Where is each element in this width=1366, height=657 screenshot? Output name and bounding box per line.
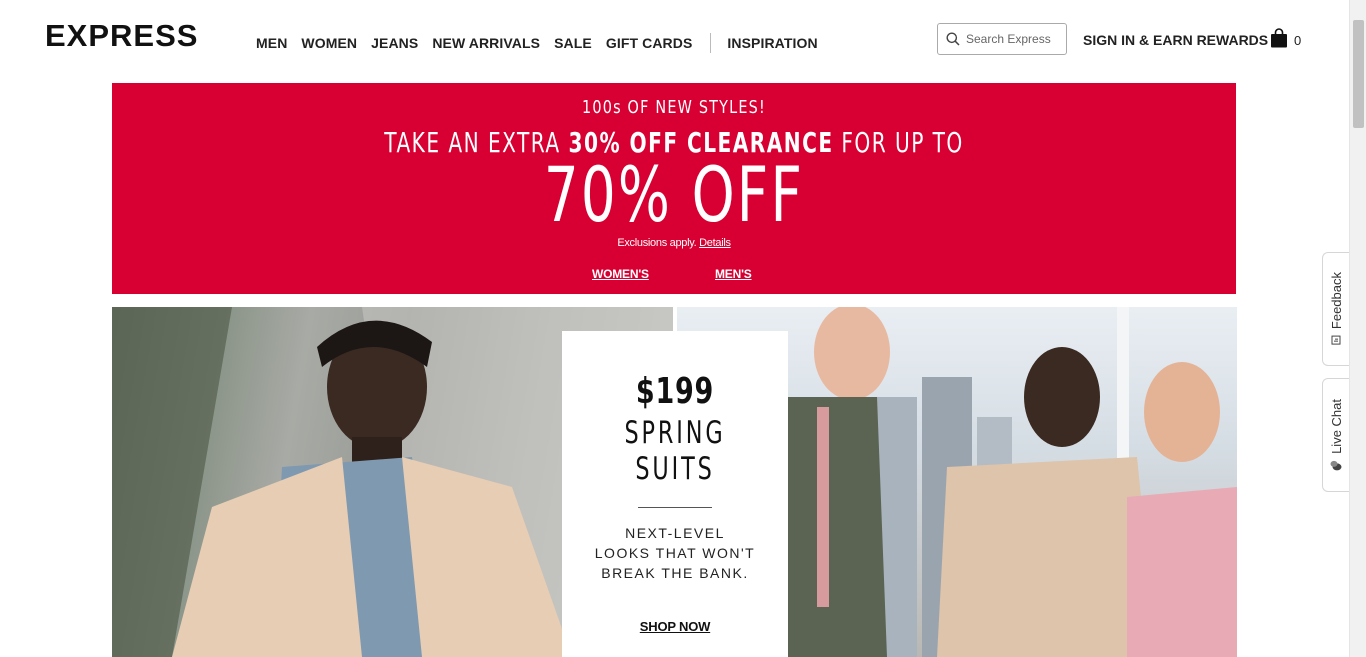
nav-item-sale[interactable]: SALE	[554, 35, 592, 51]
nav-item-men[interactable]: MEN	[256, 35, 287, 51]
hero-promo-card: $199 SPRING SUITS NEXT-LEVEL LOOKS THAT …	[562, 331, 788, 657]
nav-item-new-arrivals[interactable]: NEW ARRIVALS	[432, 35, 540, 51]
mens-link[interactable]: MEN'S	[715, 267, 752, 281]
nav-item-jeans[interactable]: JEANS	[371, 35, 418, 51]
promo-headline: 100s OF NEW STYLES!	[581, 97, 766, 118]
hero-subtitle-line2: LOOKS THAT WON'T	[594, 545, 756, 561]
sign-in-link[interactable]: SIGN IN & EARN REWARDS	[1083, 32, 1268, 48]
nav-item-women[interactable]: WOMEN	[301, 35, 357, 51]
feedback-tab[interactable]: Feedback	[1322, 252, 1350, 366]
search-icon[interactable]	[946, 32, 960, 46]
hero-title-line1: SPRING	[624, 415, 726, 451]
hero-subtitle: NEXT-LEVEL LOOKS THAT WON'T BREAK THE BA…	[562, 523, 788, 583]
nav-item-gift-cards[interactable]: GIFT CARDS	[606, 35, 693, 51]
hero-subtitle-line3: BREAK THE BANK.	[601, 565, 749, 581]
search-input[interactable]	[966, 32, 1062, 46]
live-chat-label: Live Chat	[1329, 398, 1344, 454]
womens-link[interactable]: WOMEN'S	[592, 267, 649, 281]
details-link[interactable]: Details	[699, 237, 731, 249]
promo-exclusions: Exclusions apply. Details	[112, 237, 1236, 249]
hero-divider	[638, 507, 712, 508]
feedback-label: Feedback	[1329, 272, 1344, 330]
feedback-icon	[1332, 336, 1342, 346]
shopping-bag-icon	[1270, 28, 1288, 48]
search-box[interactable]	[937, 23, 1067, 55]
hero-title-line2: SUITS	[635, 451, 715, 487]
shop-now-link[interactable]: SHOP NOW	[562, 619, 788, 634]
hero-subtitle-line1: NEXT-LEVEL	[625, 525, 725, 541]
promo-banner: 100s OF NEW STYLES! TAKE AN EXTRA 30% OF…	[112, 83, 1236, 294]
promo-big-discount: 70% OFF	[543, 150, 805, 239]
hero-price: $199	[635, 371, 715, 412]
nav-divider	[710, 33, 712, 53]
exclusions-text: Exclusions apply.	[617, 237, 697, 249]
live-chat-tab[interactable]: Live Chat	[1322, 378, 1350, 492]
nav-item-inspiration[interactable]: INSPIRATION	[727, 35, 817, 51]
chat-icon	[1331, 459, 1343, 471]
shopping-bag-button[interactable]: 0	[1270, 28, 1301, 48]
main-nav: MEN WOMEN JEANS NEW ARRIVALS SALE GIFT C…	[256, 33, 832, 53]
bag-count: 0	[1294, 33, 1302, 48]
express-logo[interactable]: EXPRESS	[45, 18, 198, 54]
scrollbar-thumb[interactable]	[1353, 20, 1364, 128]
page-scrollbar[interactable]	[1349, 0, 1366, 657]
